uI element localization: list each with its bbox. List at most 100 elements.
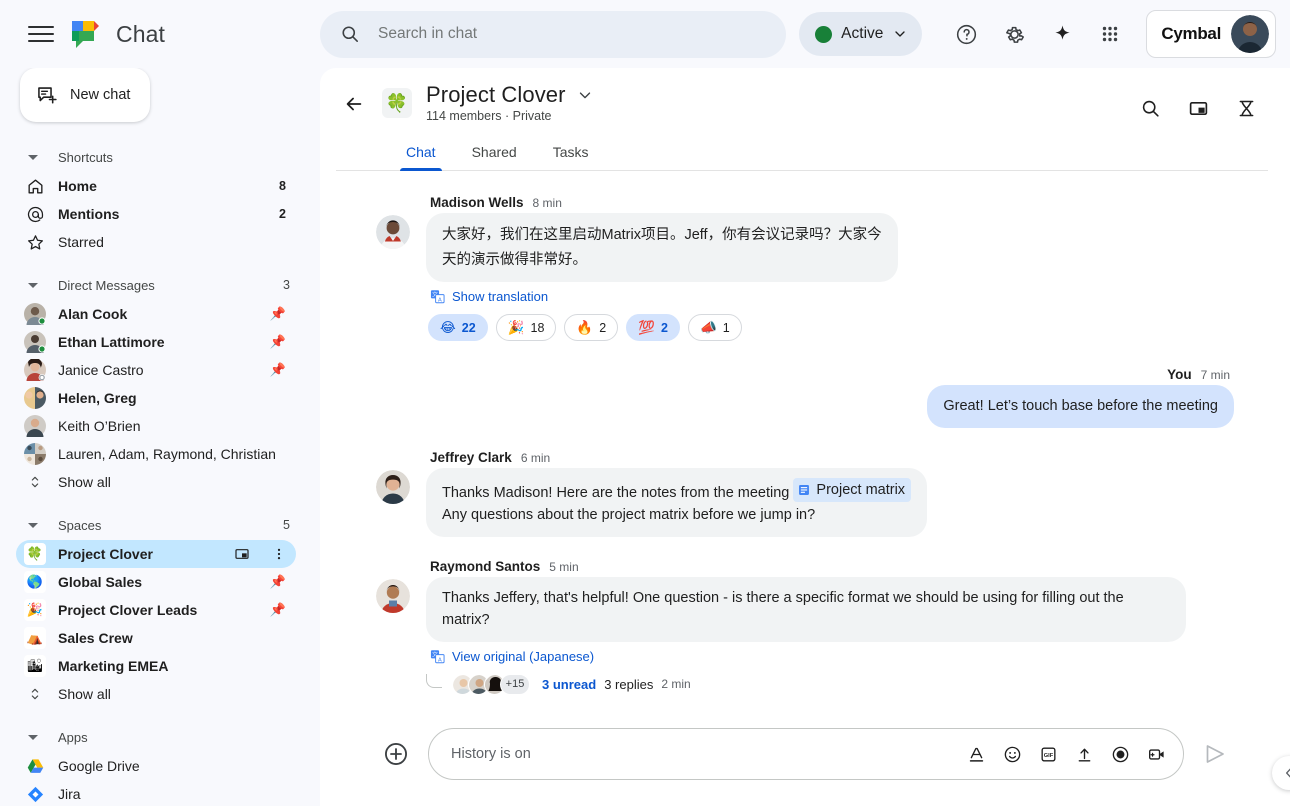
search-icon[interactable] <box>1128 86 1172 130</box>
sidebar-item-dm-janice-castro[interactable]: Janice Castro 📌 <box>16 356 296 384</box>
reaction-emoji: 😂 <box>440 319 456 335</box>
chevron-down-icon[interactable] <box>576 86 594 104</box>
apps-grid-icon[interactable] <box>1088 12 1132 56</box>
message-author: Madison Wells <box>430 195 524 210</box>
tab-chat[interactable]: Chat <box>392 138 450 171</box>
svg-text:GIF: GIF <box>1043 753 1053 759</box>
message-meta: Raymond Santos 5 min <box>426 559 1234 574</box>
sidebar-item-label: Starred <box>58 234 104 250</box>
section-header-shortcuts[interactable]: Shortcuts <box>0 142 308 172</box>
add-circle-icon[interactable] <box>376 734 416 774</box>
help-circle-icon[interactable] <box>944 12 988 56</box>
sidebar-item-space-global-sales[interactable]: 🌎 Global Sales 📌 <box>16 568 296 596</box>
sidebar-item-space-sales-crew[interactable]: ⛺ Sales Crew <box>16 624 296 652</box>
reaction-emoji: 🎉 <box>507 319 525 335</box>
sidebar-item-label: Janice Castro <box>58 362 144 378</box>
section-count: 5 <box>283 518 290 532</box>
reaction-chip[interactable]: 🔥 2 <box>564 314 619 342</box>
conversation-header: 🍀 Project Clover 114 members · Private C… <box>320 68 1290 171</box>
section-header-spaces[interactable]: Spaces 5 <box>0 510 308 540</box>
sidebar-item-dm-keith-obrien[interactable]: Keith O’Brien <box>16 412 296 440</box>
search-box[interactable] <box>320 10 786 58</box>
chevron-down-icon <box>895 31 906 37</box>
reaction-chip[interactable]: 📣 1 <box>687 314 742 342</box>
pip-icon[interactable] <box>234 546 250 562</box>
reaction-chip[interactable]: 💯 2 <box>626 314 680 342</box>
doc-chip-label: Project matrix <box>816 481 906 498</box>
conversation-title-row[interactable]: Project Clover <box>426 82 1118 108</box>
sidebar-item-starred[interactable]: Starred <box>16 228 296 256</box>
search-input[interactable] <box>378 25 766 43</box>
sidebar-item-space-project-clover[interactable]: 🍀 Project Clover <box>16 540 296 568</box>
sparkle-icon[interactable] <box>1040 12 1084 56</box>
search-icon <box>342 26 358 42</box>
sidebar-item-app-jira[interactable]: Jira <box>16 780 296 806</box>
avatar <box>24 303 46 325</box>
message-input[interactable] <box>451 746 957 762</box>
pin-icon: 📌 <box>269 602 286 617</box>
upload-icon[interactable] <box>1067 737 1101 771</box>
avatar[interactable] <box>376 578 410 613</box>
sidebar-item-mentions[interactable]: Mentions 2 <box>16 200 296 228</box>
search-container <box>320 10 786 58</box>
space-emoji-icon: ⛺ <box>24 627 46 649</box>
avatar[interactable] <box>376 469 410 504</box>
show-translation-button[interactable]: 文 A Show translation <box>426 289 1234 304</box>
gear-icon[interactable] <box>992 12 1036 56</box>
reaction-chip[interactable]: 😂 22 <box>428 314 488 342</box>
emoji-icon[interactable] <box>995 737 1029 771</box>
dm-show-all-button[interactable]: Show all <box>16 468 296 496</box>
spaces-show-all-button[interactable]: Show all <box>16 680 296 708</box>
avatar[interactable] <box>376 215 410 249</box>
sidebar-item-dm-ethan-lattimore[interactable]: Ethan Lattimore 📌 <box>16 328 296 356</box>
new-chat-label: New chat <box>70 87 131 103</box>
message-timestamp: 7 min <box>1200 368 1230 383</box>
picture-in-picture-icon[interactable] <box>1176 86 1220 130</box>
sidebar-item-dm-helen-greg[interactable]: Helen, Greg <box>16 384 296 412</box>
message-bubble: Great! Let’s touch base before the meeti… <box>927 385 1234 428</box>
account-chip[interactable]: Cymbal <box>1146 10 1276 58</box>
section-title: Spaces <box>58 517 102 533</box>
reaction-emoji: 🔥 <box>576 319 594 335</box>
message-list[interactable]: Madison Wells 8 min 大家好，我们在这里启动Matrix项目。… <box>320 171 1290 720</box>
message-item: Madison Wells 8 min 大家好，我们在这里启动Matrix项目。… <box>376 195 1234 342</box>
show-all-label: Show all <box>58 474 111 490</box>
thread-summary[interactable]: +15 3 unread 3 replies 2 min <box>426 673 1234 695</box>
reaction-chip[interactable]: 🎉 18 <box>495 314 557 342</box>
sidebar-item-label: Ethan Lattimore <box>58 334 165 350</box>
doc-chip[interactable]: Project matrix <box>793 477 912 503</box>
tab-shared[interactable]: Shared <box>458 138 531 170</box>
section-header-direct-messages[interactable]: Direct Messages 3 <box>0 270 308 300</box>
video-icon[interactable] <box>1139 737 1173 771</box>
sidebar-item-home[interactable]: Home 8 <box>16 172 296 200</box>
sidebar-item-space-project-clover-leads[interactable]: 🎉 Project Clover Leads 📌 <box>16 596 296 624</box>
sidebar-item-label: Sales Crew <box>58 630 133 646</box>
avatar[interactable] <box>1231 15 1269 53</box>
section-header-apps[interactable]: Apps <box>0 722 308 752</box>
tab-tasks[interactable]: Tasks <box>539 138 603 170</box>
svg-text:A: A <box>438 298 442 304</box>
sidebar-item-dm-group[interactable]: Lauren, Adam, Raymond, Christian <box>16 440 296 468</box>
record-icon[interactable] <box>1103 737 1137 771</box>
send-icon[interactable] <box>1196 735 1234 773</box>
back-arrow-icon[interactable] <box>336 86 372 122</box>
gif-icon[interactable]: GIF <box>1031 737 1065 771</box>
sidebar-item-app-google-drive[interactable]: Google Drive <box>16 752 296 780</box>
hamburger-icon[interactable] <box>28 21 54 47</box>
status-dot-icon <box>815 25 833 43</box>
composer-input-box[interactable]: GIF <box>428 728 1184 780</box>
presence-status-button[interactable]: Active <box>799 12 923 56</box>
home-icon <box>24 177 46 196</box>
format-text-icon[interactable] <box>959 737 993 771</box>
new-chat-button[interactable]: New chat <box>20 68 150 122</box>
translate-icon: 文 A <box>430 650 445 663</box>
more-vert-icon[interactable] <box>272 546 286 562</box>
reaction-count: 18 <box>530 320 545 335</box>
view-original-button[interactable]: 文 A View original (Japanese) <box>426 649 1234 664</box>
sidebar-item-dm-alan-cook[interactable]: Alan Cook 📌 <box>16 300 296 328</box>
cityscape-emoji: 🏙 <box>24 655 46 677</box>
message-text-before: Thanks Madison! Here are the notes from … <box>442 484 794 501</box>
thread-spool-icon[interactable] <box>1224 86 1268 130</box>
sidebar-item-space-marketing-emea[interactable]: 🏙 Marketing EMEA <box>16 652 296 680</box>
reaction-count: 2 <box>660 320 668 335</box>
